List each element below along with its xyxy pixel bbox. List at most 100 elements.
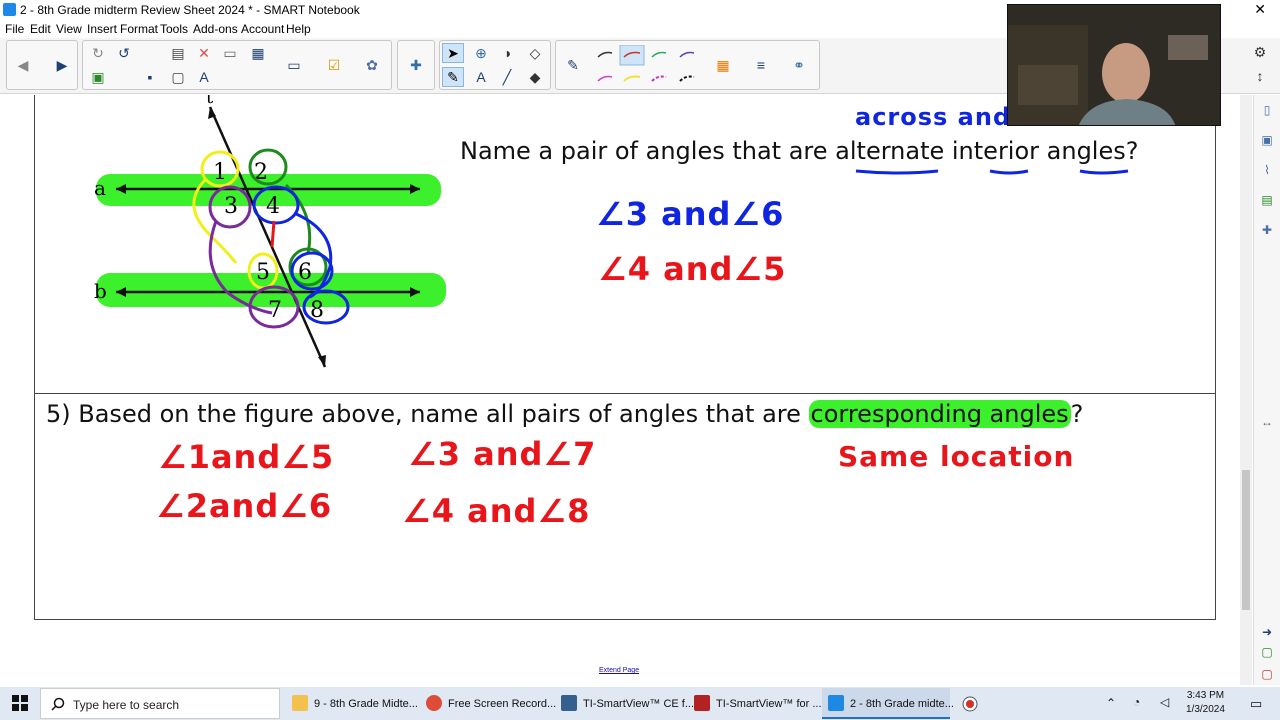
menu-addons[interactable]: Add-ons xyxy=(193,22,238,36)
add-page-side-icon[interactable]: ▢ xyxy=(1259,645,1275,661)
properties-tab-icon[interactable]: ▤ xyxy=(1259,193,1275,209)
task-chrome[interactable]: Free Screen Record... xyxy=(420,688,556,719)
paste-icon[interactable]: ▤ xyxy=(167,43,189,63)
pair-2-6: ∠2and∠6 xyxy=(156,487,333,525)
addons-tab-icon[interactable]: ✚ xyxy=(1259,223,1275,239)
label-b: b xyxy=(94,279,107,303)
delete-icon[interactable]: ✕ xyxy=(193,43,215,63)
pen-color-swatches[interactable] xyxy=(594,45,704,89)
addons-group: ✚ xyxy=(397,40,435,90)
page-sorter-icon[interactable]: ▯ xyxy=(1259,103,1275,119)
task-smart-notebook[interactable]: 2 - 8th Grade midte... xyxy=(822,688,954,719)
ti-smartview-icon xyxy=(561,695,577,711)
text-icon[interactable]: A xyxy=(470,67,492,87)
response-icon[interactable]: ☑ xyxy=(323,55,345,75)
activity-builder-icon[interactable]: ✿ xyxy=(361,55,383,75)
pair-3-7: ∠3 and∠7 xyxy=(408,435,597,473)
delete-page-icon[interactable]: ▢ xyxy=(1259,667,1275,683)
undo-icon[interactable]: ↺ xyxy=(113,43,135,63)
tray-chevron-icon[interactable]: ⌃ xyxy=(1106,696,1116,710)
full-screen-icon[interactable]: ▢ xyxy=(167,67,189,87)
nav-group: ◀ ▶ xyxy=(6,40,78,90)
menu-file[interactable]: File xyxy=(5,22,24,36)
label-a: a xyxy=(94,176,106,200)
task-ti-smartview[interactable]: TI-SmartView™ for ... xyxy=(688,688,822,719)
system-clock[interactable]: 3:43 PM 1/3/2024 xyxy=(1186,689,1225,717)
clock-date: 1/3/2024 xyxy=(1186,704,1225,715)
forward-arrow-icon[interactable]: ▶ xyxy=(51,55,73,75)
question5-prompt-suffix: ? xyxy=(1070,400,1084,428)
window-title: 2 - 8th Grade midterm Review Sheet 2024 … xyxy=(20,3,360,17)
addons-puzzle-icon[interactable]: ✚ xyxy=(405,55,427,75)
fill-icon[interactable]: ◇ xyxy=(524,43,546,63)
toolbar-position-icon[interactable]: ↕ xyxy=(1249,66,1271,86)
pair-4-8: ∠4 and∠8 xyxy=(402,492,591,530)
ink-red-stroke xyxy=(270,220,276,248)
properties-icon[interactable]: ⚭ xyxy=(788,55,810,75)
task-label: 9 - 8th Grade Midte... xyxy=(314,698,418,710)
extend-page-link[interactable]: Extend Page xyxy=(599,667,639,674)
question4-prompt: Name a pair of angles that are alternate… xyxy=(460,137,1139,165)
scrollbar-thumb[interactable] xyxy=(1242,470,1250,610)
task-label: TI-SmartView™ for ... xyxy=(716,698,822,710)
eraser-icon[interactable]: ◆ xyxy=(524,67,546,87)
smart-notebook-task-icon xyxy=(828,695,844,711)
clock-time: 3:43 PM xyxy=(1186,690,1225,701)
gallery-icon[interactable]: ▣ xyxy=(1259,133,1275,149)
shapes-icon[interactable]: ◑ xyxy=(496,43,518,63)
pens-icon[interactable]: ✎ xyxy=(442,67,464,87)
menu-edit[interactable]: Edit xyxy=(30,22,51,36)
webcam-person-image xyxy=(1008,5,1220,125)
angle-3: 3 xyxy=(224,194,238,219)
pen-tool-icon[interactable]: ✎ xyxy=(562,55,584,75)
angle-6: 6 xyxy=(298,260,312,285)
screen-shade-icon[interactable]: ▭ xyxy=(219,43,241,63)
network-icon[interactable]: ◔ xyxy=(1133,695,1140,709)
question5-prompt: 5) Based on the figure above, name all p… xyxy=(46,400,1083,428)
task-ti-smartview-ce[interactable]: TI-SmartView™ CE f... xyxy=(555,688,694,719)
spell-check-icon[interactable]: A xyxy=(193,67,215,87)
search-placeholder: Type here to search xyxy=(73,698,180,712)
line-icon[interactable]: ╱ xyxy=(496,67,518,87)
magic-pen-icon[interactable]: ⊕ xyxy=(470,43,492,63)
next-page-arrow-icon[interactable]: ➜ xyxy=(1259,625,1275,641)
menu-help[interactable]: Help xyxy=(286,22,311,36)
save-icon[interactable]: ▪ xyxy=(139,67,161,87)
taskbar: Type here to search 9 - 8th Grade Midte.… xyxy=(0,687,1280,720)
menu-insert[interactable]: Insert xyxy=(87,22,117,36)
select-icon[interactable]: ➤ xyxy=(442,43,464,63)
taskbar-search-box[interactable]: Type here to search xyxy=(40,688,280,719)
redo-icon[interactable]: ↻ xyxy=(87,43,109,63)
label-t: t xyxy=(206,95,214,108)
menu-account[interactable]: Account xyxy=(241,22,284,36)
line-style-icon[interactable]: ≡ xyxy=(750,55,772,75)
color-palette-icon[interactable]: ▦ xyxy=(712,55,734,75)
transversal-t xyxy=(208,106,327,368)
close-icon[interactable]: ✕ xyxy=(1254,1,1266,18)
angle-5: 5 xyxy=(256,260,270,285)
attachments-icon[interactable]: ⌇ xyxy=(1259,163,1275,179)
notifications-icon[interactable]: ▭ xyxy=(1250,696,1262,712)
menu-tools[interactable]: Tools xyxy=(160,22,188,36)
right-tools: ⚙ ↕ xyxy=(1246,40,1276,90)
vertical-scrollbar[interactable] xyxy=(1240,95,1252,685)
smart-notebook-icon xyxy=(3,3,16,16)
windows-start-icon[interactable] xyxy=(12,695,28,711)
annotation-across-and: across and xyxy=(855,103,1012,131)
resize-handle-icon[interactable]: ↔ xyxy=(1259,415,1275,431)
recording-icon[interactable] xyxy=(962,696,978,712)
menu-view[interactable]: View xyxy=(56,22,82,36)
task-label: TI-SmartView™ CE f... xyxy=(583,698,695,710)
task-file-explorer[interactable]: 9 - 8th Grade Midte... xyxy=(286,688,418,719)
note-same-location: Same location xyxy=(838,440,1075,473)
notebook-canvas[interactable]: t a b 1 2 3 4 5 6 7 8 Name a pair of ang… xyxy=(0,95,1240,685)
volume-icon[interactable]: ◁ xyxy=(1160,695,1169,709)
section-divider xyxy=(34,393,1216,394)
add-page-icon[interactable]: ▣ xyxy=(87,67,109,87)
document-camera-icon[interactable]: ▭ xyxy=(283,55,305,75)
back-arrow-icon[interactable]: ◀ xyxy=(12,55,34,75)
gear-icon[interactable]: ⚙ xyxy=(1249,42,1271,62)
menu-format[interactable]: Format xyxy=(120,22,158,36)
table-icon[interactable]: ▦ xyxy=(247,43,269,63)
alternate-interior-underline xyxy=(855,169,1129,175)
